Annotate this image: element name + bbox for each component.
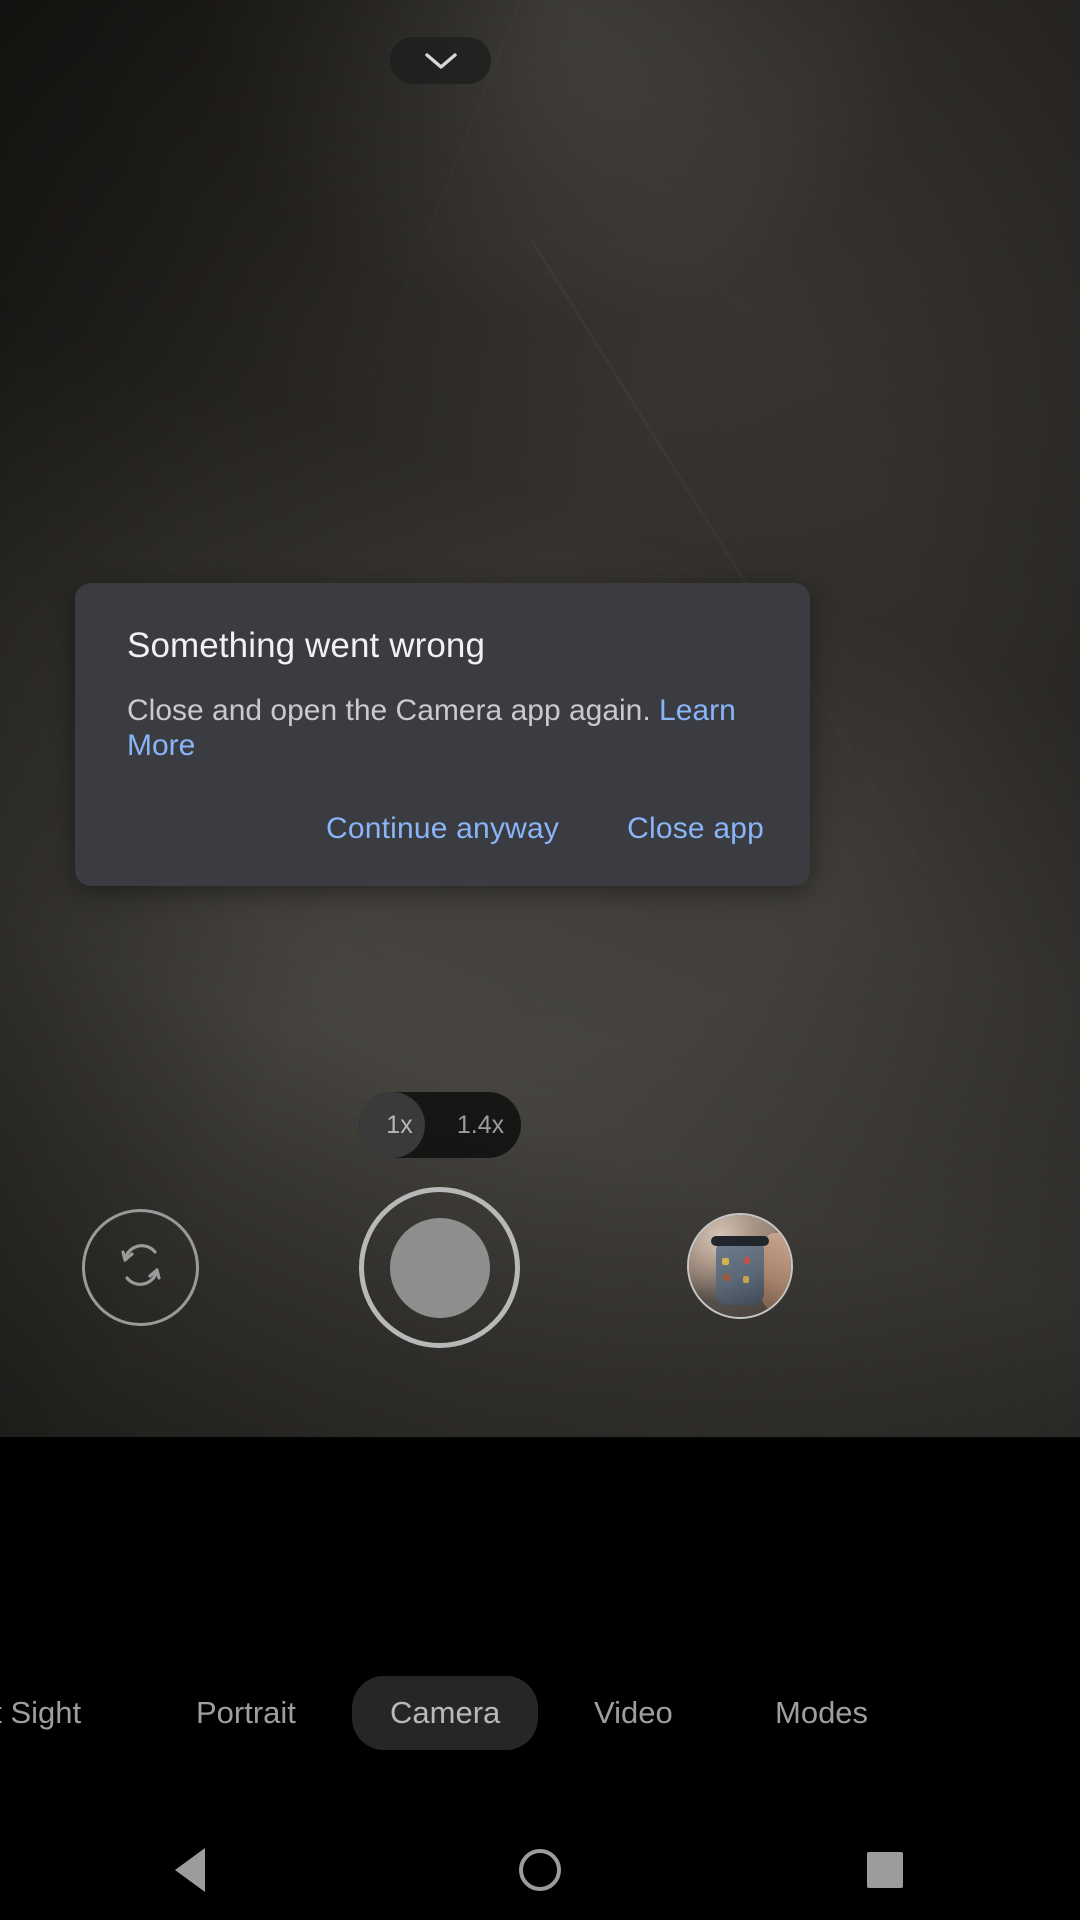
dialog-title: Something went wrong: [127, 626, 486, 665]
switch-camera-button[interactable]: [82, 1209, 199, 1326]
gallery-thumbnail-button[interactable]: [687, 1213, 793, 1319]
zoom-option-1x[interactable]: 1x: [359, 1092, 440, 1158]
dialog-body-text: Close and open the Camera app again.: [127, 694, 660, 727]
flip-camera-icon: [110, 1234, 172, 1301]
mode-camera[interactable]: Camera: [352, 1676, 539, 1750]
dialog-actions: Continue anyway Close app: [75, 764, 810, 886]
zoom-option-1-4x[interactable]: 1.4x: [440, 1092, 521, 1158]
android-navigation-bar: [0, 1820, 1080, 1920]
home-circle-icon: [519, 1849, 561, 1891]
camera-mode-strip[interactable]: ht Sight Portrait Camera Video Modes: [0, 1665, 1080, 1761]
expand-options-button[interactable]: [390, 37, 491, 84]
thumbnail-mug: [710, 1235, 770, 1305]
zoom-toggle[interactable]: 1x 1.4x: [359, 1092, 521, 1158]
nav-recents-button[interactable]: [855, 1840, 915, 1900]
mode-modes[interactable]: Modes: [775, 1695, 868, 1731]
mode-portrait[interactable]: Portrait: [196, 1695, 296, 1731]
continue-anyway-button[interactable]: Continue anyway: [320, 804, 565, 854]
dialog-body: Close and open the Camera app again. Lea…: [75, 667, 810, 764]
mode-video[interactable]: Video: [594, 1695, 673, 1731]
nav-home-button[interactable]: [510, 1840, 570, 1900]
error-dialog: Something went wrong Close and open the …: [75, 583, 810, 886]
mode-night-sight[interactable]: ht Sight: [0, 1695, 81, 1731]
thumbnail-sticker: [722, 1257, 729, 1265]
close-app-button[interactable]: Close app: [621, 804, 770, 854]
camera-app-screen: Something went wrong Close and open the …: [0, 0, 1080, 1920]
recents-square-icon: [867, 1852, 903, 1888]
back-triangle-icon: [175, 1848, 205, 1892]
gallery-thumbnail-image: [689, 1215, 791, 1317]
thumbnail-sticker: [742, 1275, 750, 1283]
shutter-icon: [389, 1217, 490, 1318]
thumbnail-sticker: [723, 1274, 730, 1282]
thumbnail-sticker: [743, 1256, 751, 1264]
nav-back-button[interactable]: [160, 1840, 220, 1900]
shutter-button[interactable]: [359, 1187, 520, 1348]
chevron-down-icon: [424, 51, 458, 71]
